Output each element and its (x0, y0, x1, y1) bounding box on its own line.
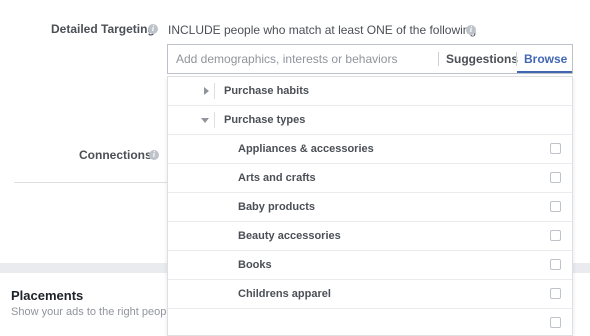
category-label: Purchase habits (224, 85, 309, 97)
placements-subtitle: Show your ads to the right people (11, 306, 175, 318)
checkbox[interactable] (550, 201, 561, 212)
checkbox[interactable] (550, 143, 561, 154)
divider (214, 83, 215, 99)
caret-right-icon[interactable] (204, 87, 209, 95)
connections-label: Connections (79, 148, 152, 162)
list-item[interactable]: Baby products (168, 193, 572, 222)
category-row-purchase-types[interactable]: Purchase types (168, 106, 572, 135)
list-item[interactable]: Appliances & accessories (168, 135, 572, 164)
info-icon[interactable]: i (466, 25, 476, 35)
item-label: Baby products (238, 201, 316, 213)
divider (438, 52, 439, 66)
item-label: Beauty accessories (238, 230, 341, 242)
list-item[interactable]: Books (168, 251, 572, 280)
active-tab-indicator (517, 71, 572, 73)
list-item[interactable] (168, 309, 572, 335)
checkbox[interactable] (550, 230, 561, 241)
item-label: Books (238, 259, 272, 271)
targeting-search-box: Suggestions Browse (167, 44, 573, 74)
category-label: Purchase types (224, 114, 306, 126)
browse-tab[interactable]: Browse (524, 52, 567, 66)
checkbox[interactable] (550, 288, 561, 299)
include-instructions: INCLUDE people who match at least ONE of… (168, 23, 477, 37)
item-label: Childrens apparel (238, 288, 331, 300)
info-icon[interactable]: i (149, 150, 159, 160)
browse-dropdown: Purchase habits Purchase types Appliance… (167, 76, 573, 336)
section-divider (14, 182, 167, 183)
suggestions-tab[interactable]: Suggestions (446, 52, 518, 66)
list-item[interactable]: Childrens apparel (168, 280, 572, 309)
list-item[interactable]: Beauty accessories (168, 222, 572, 251)
divider (214, 112, 215, 128)
checkbox[interactable] (550, 172, 561, 183)
category-row-purchase-habits[interactable]: Purchase habits (168, 77, 572, 106)
info-icon[interactable]: i (148, 24, 158, 34)
checkbox[interactable] (550, 259, 561, 270)
list-item[interactable]: Arts and crafts (168, 164, 572, 193)
divider (516, 52, 517, 66)
caret-down-icon[interactable] (201, 118, 209, 123)
item-label: Arts and crafts (238, 172, 316, 184)
targeting-search-input[interactable] (168, 45, 446, 73)
item-label: Appliances & accessories (238, 143, 374, 155)
detailed-targeting-label: Detailed Targeting (51, 22, 155, 36)
placements-title: Placements (11, 288, 84, 303)
